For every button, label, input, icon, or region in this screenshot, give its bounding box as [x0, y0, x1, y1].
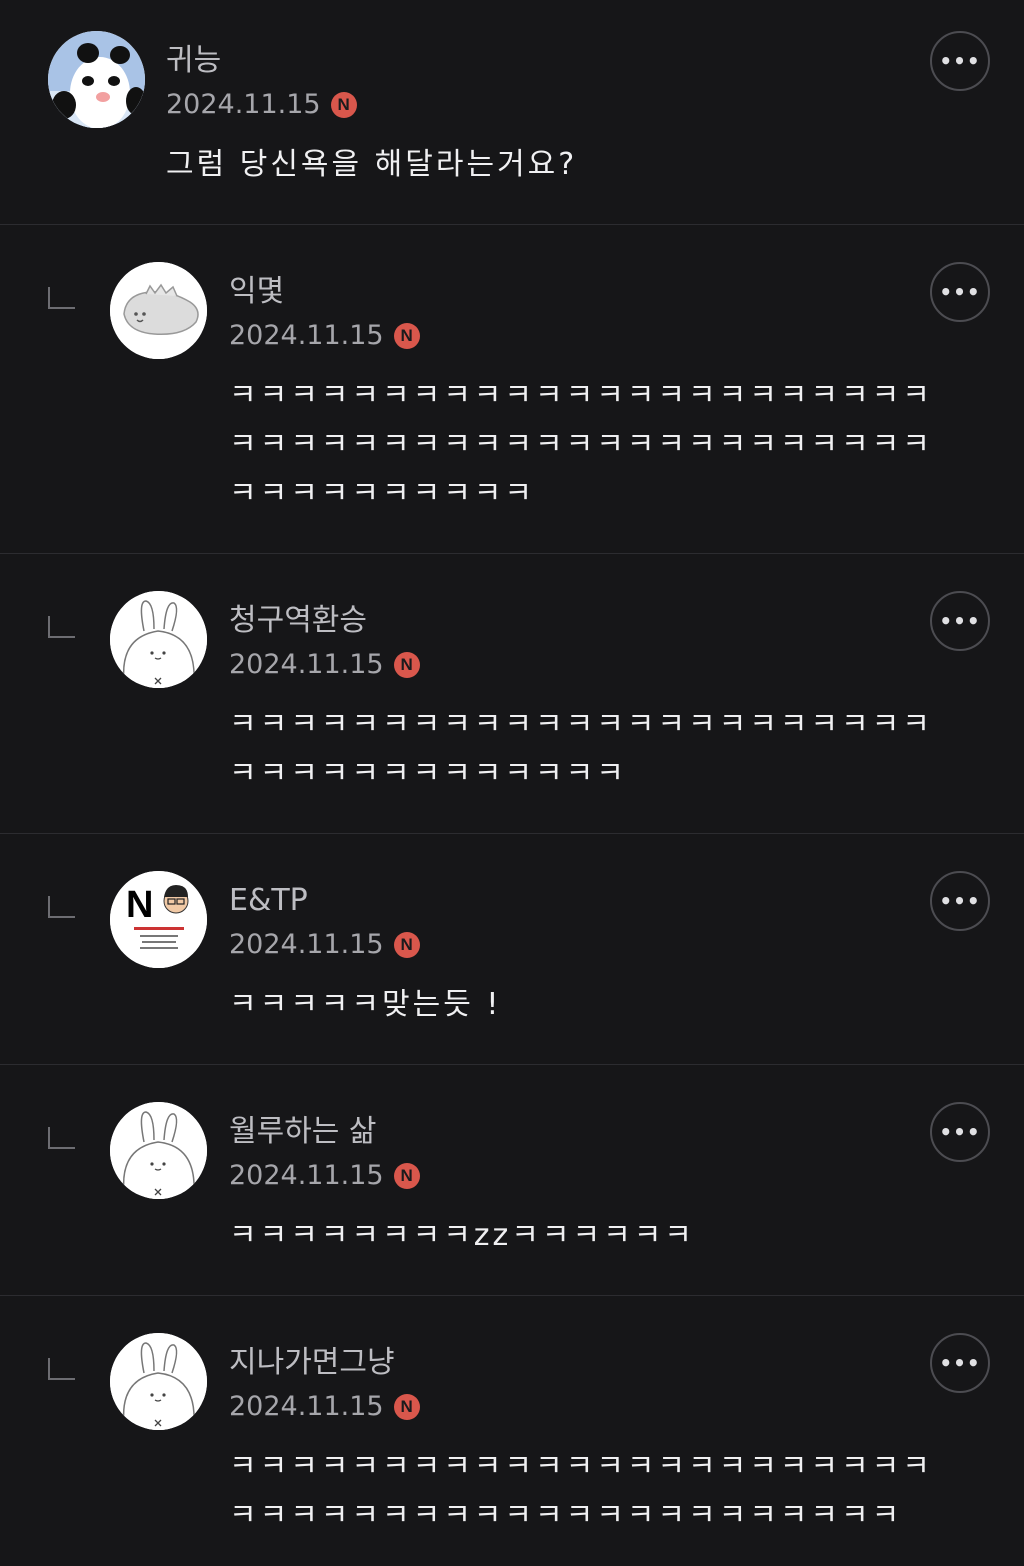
- comment-author[interactable]: 귀능: [166, 43, 221, 79]
- more-options-button[interactable]: •••: [930, 31, 990, 91]
- comment-text: 그럼 당신욕을 해달라는거요?: [166, 147, 578, 182]
- reply-indicator-icon: [48, 1127, 75, 1149]
- new-badge: N: [393, 932, 420, 958]
- comment-meta: 2024.11.15 N: [229, 1391, 420, 1423]
- reply-indicator-icon: [48, 896, 75, 918]
- comment-meta: 2024.11.15 N: [229, 929, 420, 961]
- comment-author[interactable]: 지나가면그냥: [229, 1345, 395, 1381]
- boycott-logo-avatar[interactable]: N: [110, 871, 207, 968]
- comment-text: ㅋㅋㅋㅋㅋ맞는듯 !: [229, 987, 502, 1022]
- reply-indicator-icon: [48, 616, 75, 638]
- new-badge: N: [393, 1163, 420, 1189]
- comment-text: ㅋㅋㅋㅋㅋㅋㅋㅋzzㅋㅋㅋㅋㅋㅋ: [229, 1218, 695, 1253]
- comment-meta: 2024.11.15 N: [229, 320, 420, 352]
- avatar-letter: N: [126, 884, 153, 926]
- new-badge: N: [393, 652, 420, 678]
- bunny-avatar[interactable]: [110, 1102, 207, 1199]
- comment-author[interactable]: 월루하는 삶: [229, 1114, 377, 1150]
- comment-meta: 2024.11.15 N: [166, 89, 357, 121]
- comment-date: 2024.11.15: [229, 929, 384, 960]
- bunny-avatar[interactable]: [110, 1333, 207, 1430]
- comment-text: ㅋㅋㅋㅋㅋㅋㅋㅋㅋㅋㅋㅋㅋㅋㅋㅋㅋㅋㅋㅋㅋㅋㅋ ㅋㅋㅋㅋㅋㅋㅋㅋㅋㅋㅋㅋㅋㅋㅋㅋ…: [229, 1449, 933, 1533]
- divider: [0, 224, 1024, 225]
- more-options-button[interactable]: •••: [930, 1333, 990, 1393]
- more-options-button[interactable]: •••: [930, 262, 990, 322]
- comment-date: 2024.11.15: [229, 1391, 384, 1422]
- comment-text: ㅋㅋㅋㅋㅋㅋㅋㅋㅋㅋㅋㅋㅋㅋㅋㅋㅋㅋㅋㅋㅋㅋㅋ ㅋㅋㅋㅋㅋㅋㅋㅋㅋㅋㅋㅋㅋ: [229, 707, 933, 791]
- comment-date: 2024.11.15: [229, 1160, 384, 1191]
- reply-indicator-icon: [48, 1358, 75, 1380]
- comment-author[interactable]: 익몇: [229, 274, 284, 310]
- new-badge: N: [393, 1394, 420, 1420]
- panda-avatar[interactable]: [48, 31, 145, 128]
- comment-date: 2024.11.15: [229, 649, 384, 680]
- comment-date: 2024.11.15: [229, 320, 384, 351]
- new-badge: N: [330, 92, 357, 118]
- more-options-button[interactable]: •••: [930, 871, 990, 931]
- reply-indicator-icon: [48, 287, 75, 309]
- divider: [0, 1295, 1024, 1296]
- dinosaur-avatar[interactable]: [110, 262, 207, 359]
- comment-meta: 2024.11.15 N: [229, 1160, 420, 1192]
- divider: [0, 1064, 1024, 1065]
- more-options-button[interactable]: •••: [930, 1102, 990, 1162]
- comment-author[interactable]: E&TP: [229, 883, 308, 919]
- new-badge: N: [393, 323, 420, 349]
- more-options-button[interactable]: •••: [930, 591, 990, 651]
- comment-meta: 2024.11.15 N: [229, 649, 420, 681]
- comment-author[interactable]: 청구역환승: [229, 603, 367, 639]
- bunny-avatar[interactable]: [110, 591, 207, 688]
- comment-text: ㅋㅋㅋㅋㅋㅋㅋㅋㅋㅋㅋㅋㅋㅋㅋㅋㅋㅋㅋㅋㅋㅋㅋ ㅋㅋㅋㅋㅋㅋㅋㅋㅋㅋㅋㅋㅋㅋㅋㅋ…: [229, 378, 933, 511]
- comment-date: 2024.11.15: [166, 89, 321, 120]
- divider: [0, 833, 1024, 834]
- divider: [0, 553, 1024, 554]
